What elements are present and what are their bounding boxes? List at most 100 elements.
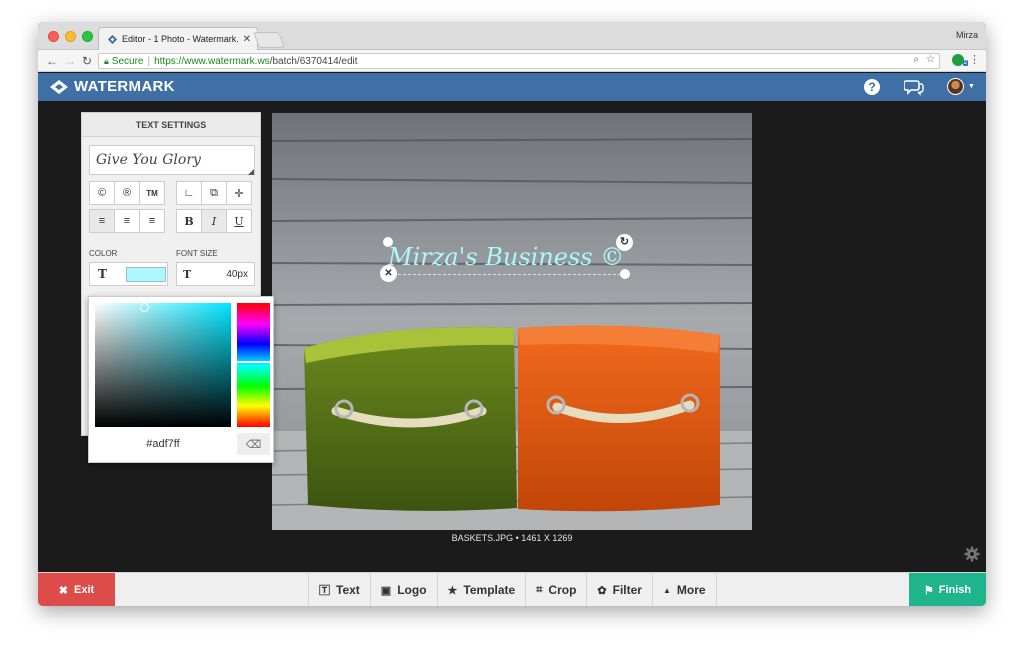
- photo-canvas[interactable]: Mirza's Business © ↻ ✕: [272, 113, 752, 530]
- profile-name[interactable]: Mirza: [956, 30, 978, 40]
- basket-photo: [272, 113, 752, 530]
- hex-input[interactable]: #adf7ff: [95, 433, 231, 455]
- underline-button[interactable]: U: [226, 209, 252, 233]
- align-center-button[interactable]: ≡: [114, 209, 140, 233]
- align-left-button[interactable]: ≡: [89, 209, 115, 233]
- avatar[interactable]: [947, 78, 964, 95]
- resize-handle-top-left[interactable]: [383, 237, 393, 247]
- text-tool-label: Text: [336, 583, 360, 597]
- star-icon: ★: [447, 584, 458, 597]
- text-icon: 🅃: [319, 585, 330, 597]
- text-color-icon: T: [98, 267, 107, 281]
- bookmark-star-icon[interactable]: ☆: [926, 54, 935, 65]
- secure-label: Secure: [111, 55, 144, 67]
- saturation-value-area[interactable]: [95, 303, 231, 427]
- registered-button[interactable]: ®: [114, 181, 140, 205]
- filter-icon: ✿: [597, 584, 607, 597]
- forward-icon[interactable]: →: [64, 53, 76, 69]
- align-buttons: ≡ ≡ ≡: [89, 209, 165, 233]
- eraser-icon: ⌫: [245, 438, 262, 451]
- font-size-label: FONT SIZE: [176, 249, 218, 258]
- more-tool-button[interactable]: ▲ More: [651, 573, 717, 606]
- caret-up-icon: ▲: [662, 585, 671, 595]
- crop-tool-button[interactable]: ⌗ Crop: [525, 573, 586, 606]
- watermark-text: Mirza's Business ©: [388, 243, 625, 271]
- align-center-icon: ≡: [123, 215, 131, 227]
- maximize-window-button[interactable]: [82, 31, 93, 42]
- url-path: /batch/6370414/edit: [269, 55, 358, 67]
- watermark-text-box[interactable]: Mirza's Business ©: [388, 241, 626, 275]
- delete-handle-icon[interactable]: ✕: [380, 265, 397, 282]
- copyright-button[interactable]: ©: [89, 181, 115, 205]
- color-swatch[interactable]: [126, 267, 166, 282]
- flag-icon: ⚑: [923, 584, 934, 597]
- panel-title: TEXT SETTINGS: [82, 113, 260, 137]
- bottom-toolbar: ✖ Exit 🅃 Text ▣ Logo ★ Template ⌗ Crop ✿ Filt…: [38, 572, 986, 606]
- chat-icon[interactable]: [904, 78, 924, 96]
- minimize-window-button[interactable]: [65, 31, 76, 42]
- trademark-button[interactable]: TM: [139, 181, 165, 205]
- close-icon: ✖: [58, 584, 69, 597]
- chevron-down-icon[interactable]: ▼: [968, 83, 975, 90]
- angle-button[interactable]: ∟: [176, 181, 202, 205]
- address-bar[interactable]: 🔒︎ Secure | https://www.watermark.ws /ba…: [98, 53, 940, 69]
- symbol-buttons: © ® TM: [89, 181, 165, 205]
- exit-label: Exit: [74, 584, 95, 596]
- hue-slider[interactable]: [237, 303, 270, 427]
- resize-handle-bottom-right[interactable]: [620, 269, 630, 279]
- filter-tool-label: Filter: [612, 583, 642, 597]
- brand-logo[interactable]: WATERMARK: [50, 78, 175, 95]
- template-tool-button[interactable]: ★ Template: [436, 573, 526, 606]
- italic-button[interactable]: I: [201, 209, 227, 233]
- font-size-icon: T: [183, 267, 192, 281]
- crop-tool-label: Crop: [548, 583, 577, 597]
- style-buttons: B I U: [176, 209, 252, 233]
- lock-icon: 🔒︎: [104, 55, 109, 66]
- image-caption: BASKETS.JPG • 1461 X 1269: [451, 533, 573, 543]
- omnibox-icons: ⌕ ☆: [913, 54, 935, 65]
- address-separator: |: [147, 55, 151, 67]
- font-size-selector[interactable]: T 40px: [176, 262, 255, 286]
- tile-icon: ⧉: [210, 186, 218, 199]
- align-right-button[interactable]: ≡: [139, 209, 165, 233]
- reload-icon[interactable]: ↻: [82, 53, 92, 69]
- hue-slider-handle[interactable]: [237, 361, 270, 363]
- help-icon[interactable]: ?: [864, 79, 880, 95]
- color-selector[interactable]: T: [89, 262, 168, 286]
- logo-tool-button[interactable]: ▣ Logo: [369, 573, 437, 606]
- text-tool-button[interactable]: 🅃 Text: [308, 573, 370, 606]
- font-size-value: 40px: [226, 268, 248, 280]
- extension-badge: 2: [962, 60, 968, 66]
- tab-strip: Editor - 1 Photo - Watermark.ws ✕ Mirza: [38, 22, 986, 50]
- brand-name: WATERMARK: [74, 78, 175, 95]
- color-picker-cursor[interactable]: [140, 303, 149, 312]
- tab-title: Editor - 1 Photo - Watermark.ws: [122, 34, 239, 44]
- editor-tools: 🅃 Text ▣ Logo ★ Template ⌗ Crop ✿ Filter ▲ Mor…: [308, 573, 717, 606]
- bold-button[interactable]: B: [176, 209, 202, 233]
- url-host: https://www.watermark.ws: [154, 55, 270, 67]
- browser-window: Editor - 1 Photo - Watermark.ws ✕ Mirza …: [38, 22, 986, 606]
- watermark-text-input[interactable]: Give You Glory: [89, 145, 255, 175]
- rotate-handle-icon[interactable]: ↻: [616, 234, 633, 251]
- position-button[interactable]: ✛: [226, 181, 252, 205]
- clear-color-button[interactable]: ⌫: [237, 433, 270, 455]
- logo-tool-label: Logo: [397, 583, 427, 597]
- close-window-button[interactable]: [48, 31, 59, 42]
- watermark-favicon-icon: [107, 34, 118, 44]
- finish-label: Finish: [938, 584, 972, 596]
- new-tab-button[interactable]: [253, 32, 285, 48]
- gear-icon[interactable]: [964, 546, 980, 562]
- close-tab-icon[interactable]: ✕: [243, 34, 251, 45]
- move-icon: ✛: [234, 187, 244, 200]
- watermark-logo-icon: [50, 79, 68, 94]
- textarea-resize-icon[interactable]: [248, 169, 254, 175]
- filter-tool-button[interactable]: ✿ Filter: [586, 573, 652, 606]
- browser-menu-icon[interactable]: ⋮: [969, 53, 980, 66]
- finish-button[interactable]: ⚑ Finish: [909, 573, 986, 606]
- browser-tab[interactable]: Editor - 1 Photo - Watermark.ws ✕: [98, 27, 258, 50]
- tile-button[interactable]: ⧉: [201, 181, 227, 205]
- exit-button[interactable]: ✖ Exit: [38, 573, 115, 606]
- color-label: COLOR: [89, 249, 118, 258]
- back-icon[interactable]: ←: [46, 53, 58, 69]
- zoom-icon[interactable]: ⌕: [913, 54, 919, 65]
